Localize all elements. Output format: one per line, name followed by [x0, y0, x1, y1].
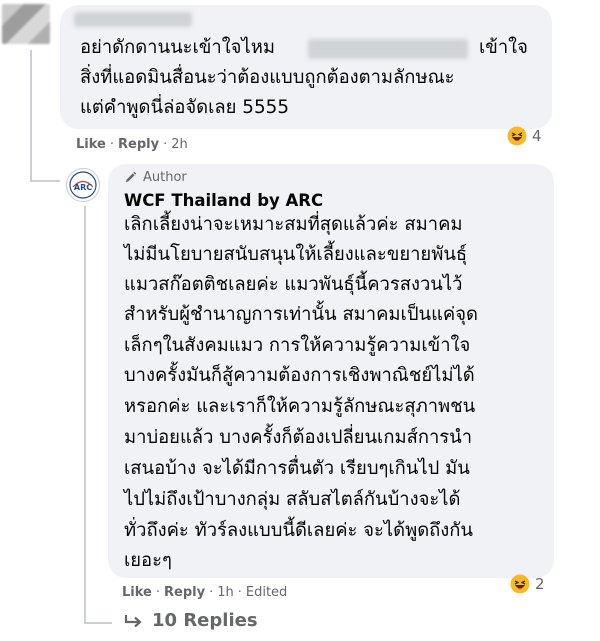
reaction-count: 2: [535, 575, 545, 593]
comment-text-line: เยอะๆ: [124, 550, 172, 571]
separator-dot: ·: [237, 585, 242, 600]
comment-actions: Like · Reply · 2h: [76, 137, 188, 152]
comment-text-line: บางครั้งมันก็สู้ความต้องการเชิงพาณิชย์ไม…: [124, 365, 475, 386]
comment-text-line: สิ่งที่แอดมินสื่อนะว่าต้องแบบถูกต้องตามล…: [80, 67, 455, 88]
thread-line-reply-branch: [84, 622, 112, 624]
commenter-avatar[interactable]: [2, 4, 50, 44]
author-badge-label: Author: [143, 170, 187, 185]
comment-text-line: มาบ่อยแล้ว บางครั้งก็ต้องเปลี่ยนเกมส์การ…: [124, 427, 473, 448]
reply-arrow-icon: [124, 614, 142, 627]
like-button[interactable]: Like: [76, 137, 106, 152]
pencil-icon: [126, 171, 137, 182]
comment-text-line: เลิกเลี้ยงน่าจะเหมาะสมที่สุดแล้วค่ะ สมาค…: [124, 214, 463, 235]
comment-text-line: แมวสก๊อตติชเลยค่ะ แมวพันธุ์นี้ควรสงวนไว้: [124, 274, 463, 295]
replies-count-label: 10 Replies: [152, 610, 258, 631]
haha-reaction-icon: [510, 574, 530, 594]
author-name[interactable]: WCF Thailand by ARC: [124, 191, 323, 210]
comment-text-line: สำหรับผู้ชำนาญการเท่านั้น สมาคมเป็นแค่จุ…: [124, 304, 478, 325]
comment-text-line: แต่คำพูดนี่ล่อจัดเลย 5555: [80, 97, 290, 118]
author-badge: Author: [124, 170, 187, 185]
thread-line-branch: [30, 180, 60, 182]
haha-reaction-icon: [507, 126, 527, 146]
svg-text:ARC: ARC: [74, 183, 92, 192]
view-replies-button[interactable]: 10 Replies: [124, 610, 258, 631]
separator-dot: ·: [109, 137, 114, 152]
comment-text-line: ไม่มีนโยบายสนับสนุนให้เลี้ยงและขยายพันธุ…: [124, 244, 468, 265]
blurred-commenter-name: [74, 12, 192, 27]
comment-text-line: เสนอบ้าง จะได้มีการตื่นตัว เรียบๆเกินไป …: [124, 458, 470, 479]
separator-dot: ·: [163, 137, 168, 152]
reply-button[interactable]: Reply: [118, 137, 159, 152]
timestamp[interactable]: 1h: [217, 585, 234, 600]
thread-line: [30, 50, 32, 182]
comment-text-line: เข้าใจ: [479, 37, 528, 58]
separator-dot: ·: [155, 585, 160, 600]
timestamp[interactable]: 2h: [171, 137, 188, 152]
comment-text-line: หรอกค่ะ และเราก็ให้ความรู้ลักษณะสุภาพชน: [124, 396, 476, 417]
reply-button[interactable]: Reply: [164, 585, 205, 600]
reaction-count: 4: [532, 127, 542, 145]
blurred-tagged-name: [308, 39, 468, 59]
comment-text-line: เล็กๆในสังคมแมว การให้ความรู้ความเข้าใจ: [124, 335, 471, 356]
author-avatar[interactable]: ARC: [66, 168, 100, 202]
comment-text-line: ทั่วถึงค่ะ ทัวร์ลงแบบนี้ดีเลยค่ะ จะได้พู…: [124, 520, 473, 541]
like-button[interactable]: Like: [122, 585, 152, 600]
edited-label[interactable]: Edited: [246, 585, 287, 600]
thread-line-reply: [84, 206, 86, 624]
comment-text-line: ไปไม่ถึงเป้าบางกลุ่ม สลับสไตล์กันบ้างจะไ…: [124, 489, 461, 510]
separator-dot: ·: [209, 585, 214, 600]
reaction-summary[interactable]: 4: [507, 126, 542, 146]
arc-logo-icon: ARC: [69, 171, 97, 199]
reaction-summary[interactable]: 2: [510, 574, 545, 594]
comment-actions: Like · Reply · 1h · Edited: [122, 585, 287, 600]
comment-text-line: อย่าดักดานนะเข้าใจไหม: [80, 37, 275, 58]
